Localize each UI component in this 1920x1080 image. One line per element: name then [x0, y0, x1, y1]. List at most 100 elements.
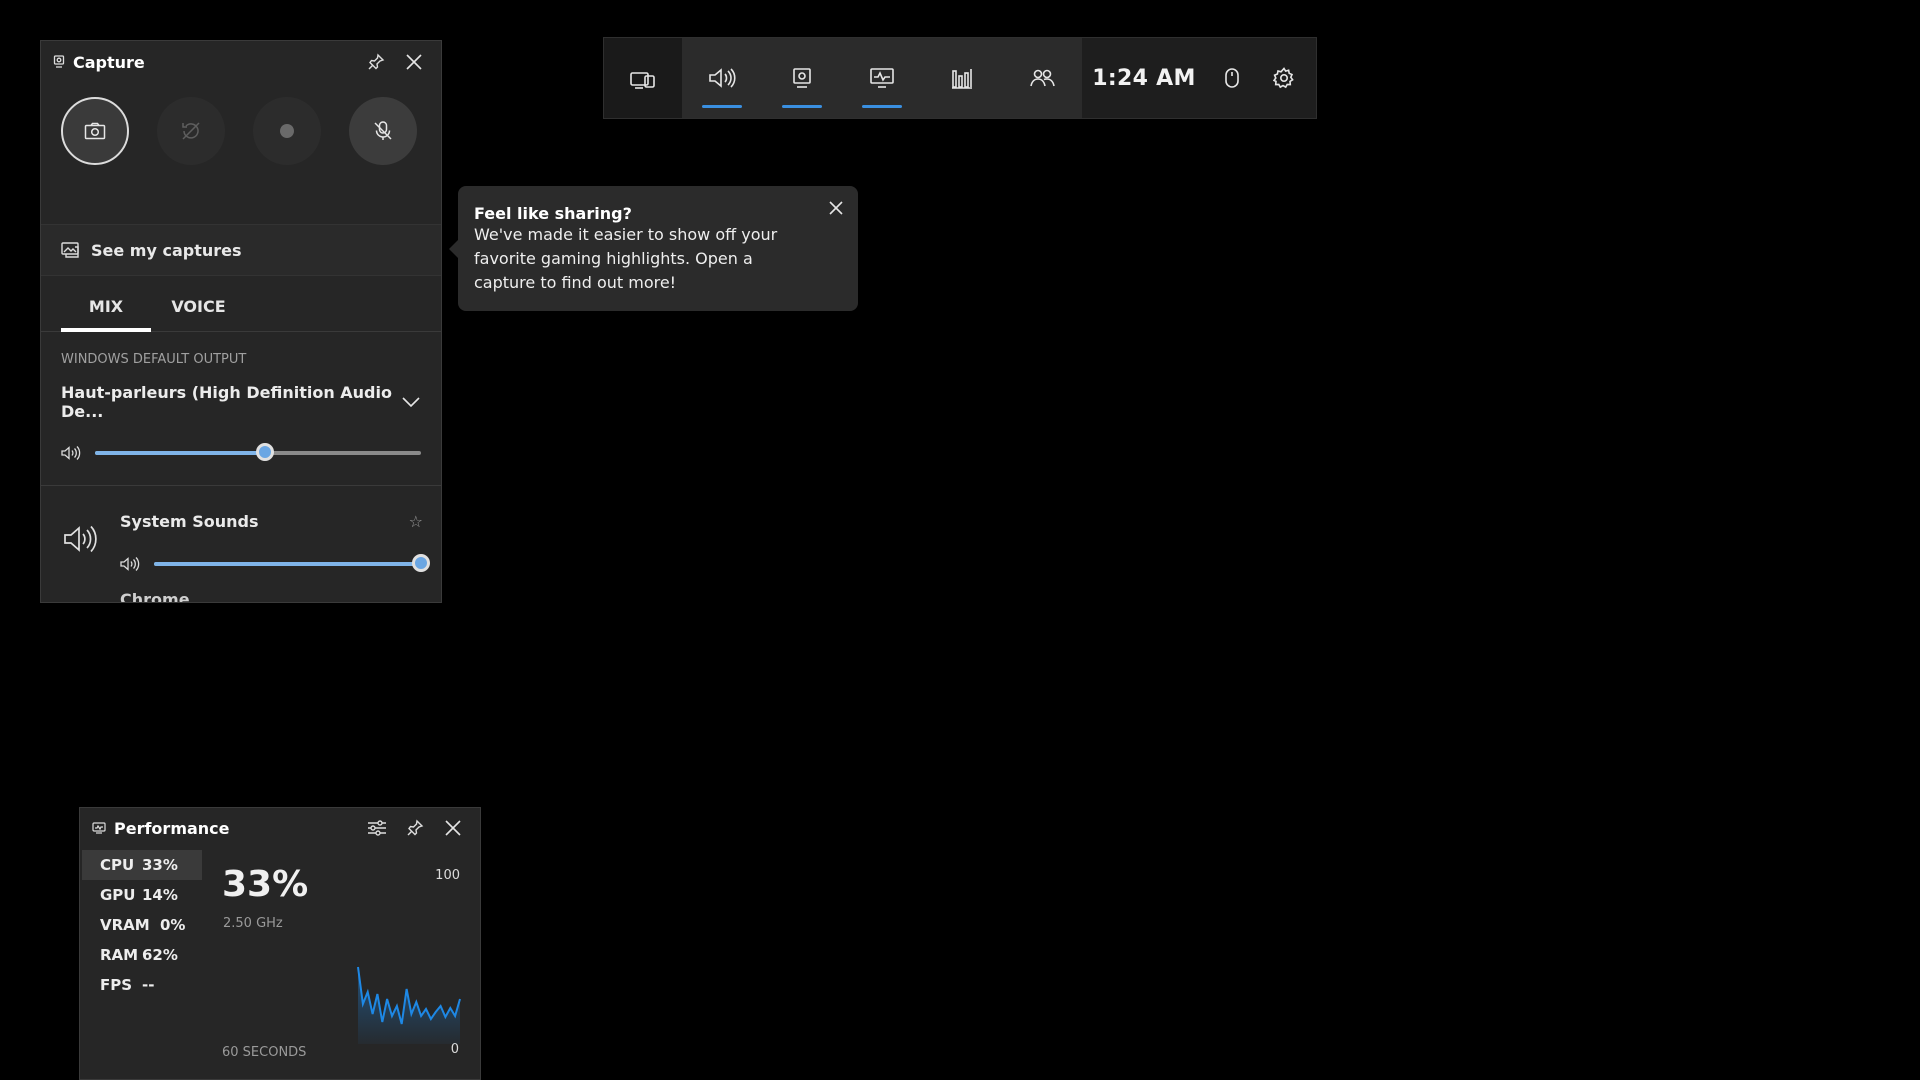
master-volume-row	[61, 443, 421, 461]
metric-cpu[interactable]: CPU 33%	[82, 850, 202, 880]
widget-toggles	[682, 38, 1082, 118]
favorite-star-icon[interactable]: ☆	[409, 512, 423, 531]
capture-header: Capture	[41, 41, 441, 83]
pin-button[interactable]	[361, 47, 391, 77]
metric-name: VRAM	[100, 916, 150, 934]
active-indicator	[702, 105, 742, 108]
app-mixer-row: System Sounds ☆ Chrome	[41, 486, 441, 603]
performance-panel: Performance CPU 33% GPU 14% VRAM 0% RAM …	[79, 807, 481, 1080]
pin-icon	[406, 819, 424, 837]
panel-title: Capture	[73, 52, 145, 72]
metric-name: FPS	[100, 976, 133, 994]
cpu-usage-value: 33%	[222, 864, 309, 905]
bar-chart-icon	[950, 67, 974, 89]
sliders-icon	[367, 819, 387, 837]
see-captures-label: See my captures	[91, 240, 242, 260]
sharing-tooltip: Feel like sharing? We've made it easier …	[449, 186, 858, 311]
gear-icon	[1273, 67, 1295, 89]
cpu-usage-graph	[357, 966, 461, 1044]
gallery-icon	[61, 241, 81, 259]
close-icon	[405, 53, 423, 71]
device-name: Haut-parleurs (High Definition Audio De.…	[61, 383, 392, 421]
app-name: System Sounds	[120, 512, 259, 531]
metric-value: 62%	[142, 946, 178, 964]
record-dot-icon	[279, 123, 295, 139]
metric-ram[interactable]: RAM 62%	[82, 940, 202, 970]
graph-time-label: 60 SECONDS	[222, 1045, 307, 1060]
metric-value: --	[142, 976, 155, 994]
tooltip-close-button[interactable]	[828, 200, 844, 216]
mouse-lock-button[interactable]	[1206, 38, 1258, 118]
metric-value: 14%	[142, 886, 178, 904]
capture-icon	[791, 67, 813, 89]
record-last-30-button[interactable]	[157, 96, 225, 165]
metric-name: GPU	[100, 886, 136, 904]
start-recording-button[interactable]	[253, 96, 321, 165]
tooltip-body: We've made it easier to show off your fa…	[474, 225, 778, 292]
volume-icon	[61, 445, 81, 461]
graph-axis-min: 0	[450, 1042, 459, 1057]
camera-icon	[84, 122, 106, 140]
close-icon	[828, 200, 844, 216]
resources-widget-button[interactable]	[922, 38, 1002, 118]
metric-fps[interactable]: FPS --	[82, 970, 202, 1000]
capture-widget-icon	[53, 55, 65, 69]
audio-tabs: MIX VOICE	[41, 287, 441, 332]
clock: 1:24 AM	[1092, 65, 1196, 91]
slider-thumb[interactable]	[255, 443, 274, 461]
people-icon	[1029, 67, 1055, 89]
record-last-disabled-icon	[180, 120, 202, 142]
settings-button[interactable]	[1258, 38, 1310, 118]
performance-header: Performance	[80, 808, 480, 848]
performance-widget-icon	[92, 822, 106, 834]
widget-menu-icon	[630, 67, 656, 89]
metric-list: CPU 33% GPU 14% VRAM 0% RAM 62% FPS --	[82, 850, 202, 1000]
metric-gpu[interactable]: GPU 14%	[82, 880, 202, 910]
screenshot-button[interactable]	[61, 96, 129, 165]
metric-vram[interactable]: VRAM 0%	[82, 910, 202, 940]
tab-voice[interactable]: VOICE	[151, 287, 246, 331]
system-sounds-speaker-icon	[63, 524, 97, 554]
performance-monitor-icon	[869, 67, 895, 89]
metric-value: 33%	[142, 856, 178, 874]
audio-widget-button[interactable]	[682, 38, 762, 118]
app-volume-row	[120, 554, 430, 572]
metric-value: 0%	[160, 916, 186, 934]
active-indicator	[782, 105, 822, 108]
mouse-icon	[1224, 67, 1240, 89]
see-my-captures-link[interactable]: See my captures	[41, 224, 441, 276]
close-button[interactable]	[438, 813, 468, 843]
widget-menu-button[interactable]	[604, 38, 682, 118]
cpu-frequency: 2.50 GHz	[223, 916, 283, 931]
active-indicator	[862, 105, 902, 108]
panel-title: Performance	[114, 818, 230, 838]
pin-button[interactable]	[400, 813, 430, 843]
app-volume-slider[interactable]	[154, 554, 430, 572]
slider-thumb[interactable]	[412, 554, 430, 572]
metric-name: CPU	[100, 856, 135, 874]
pin-icon	[367, 53, 385, 71]
slider-fill	[154, 562, 421, 566]
mic-off-icon	[372, 120, 394, 142]
performance-options-button[interactable]	[362, 813, 392, 843]
master-volume-slider[interactable]	[95, 443, 421, 461]
speaker-icon	[708, 67, 736, 89]
mic-toggle-button[interactable]	[349, 96, 417, 165]
tab-mix[interactable]: MIX	[61, 287, 151, 332]
audio-widget: MIX VOICE WINDOWS DEFAULT OUTPUT Haut-pa…	[41, 287, 441, 602]
chevron-down-icon	[401, 396, 421, 408]
capture-panel: Capture See my captures MIX VOICE WINDOW…	[40, 40, 442, 603]
output-device-dropdown[interactable]: Haut-parleurs (High Definition Audio De.…	[61, 383, 421, 421]
capture-controls	[41, 83, 441, 178]
metric-name: RAM	[100, 946, 139, 964]
close-icon	[444, 819, 462, 837]
xbox-social-widget-button[interactable]	[1002, 38, 1082, 118]
graph-axis-max: 100	[435, 868, 460, 883]
next-app-name: Chrome	[120, 590, 190, 603]
tooltip-title: Feel like sharing?	[474, 204, 632, 223]
close-button[interactable]	[399, 47, 429, 77]
output-section-label: WINDOWS DEFAULT OUTPUT	[61, 352, 247, 367]
volume-icon	[120, 556, 140, 572]
performance-widget-button[interactable]	[842, 38, 922, 118]
capture-widget-button[interactable]	[762, 38, 842, 118]
